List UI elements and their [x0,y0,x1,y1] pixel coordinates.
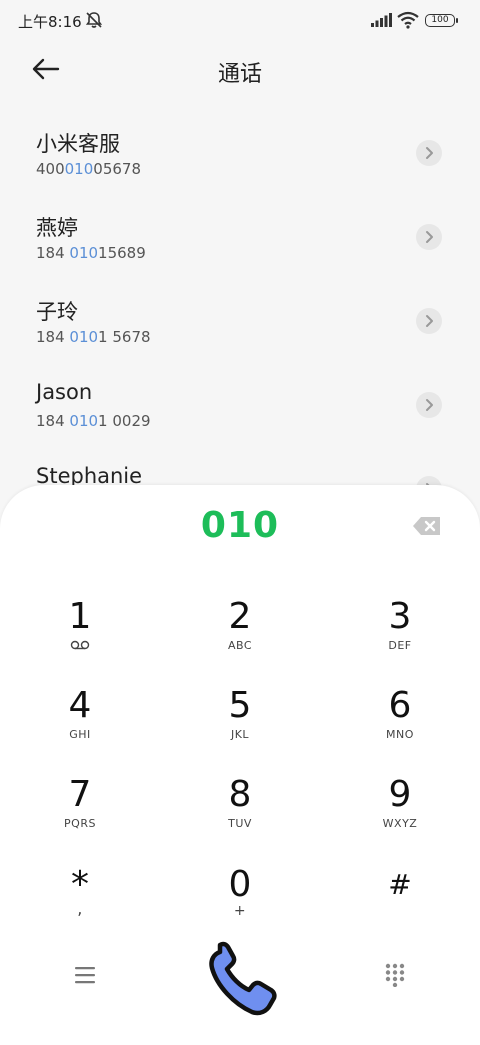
dialpad-toggle-icon[interactable] [384,963,406,987]
contact-row[interactable]: 燕婷 184 01015689 [0,202,480,286]
dial-key-hash[interactable]: # [340,865,460,945]
dial-key-5[interactable]: 5 JKL [180,686,300,766]
header: 通话 [0,46,480,96]
backspace-icon[interactable] [412,515,442,537]
voicemail-icon [70,640,90,650]
contact-row[interactable]: 子玲 184 0101 5678 [0,286,480,370]
chevron-right-icon[interactable] [416,392,442,418]
contact-row[interactable]: 小米客服 40001005678 [0,118,480,202]
dial-key-6[interactable]: 6 MNO [340,686,460,766]
dialpad-actions [0,940,480,1020]
contact-name: Jason [36,380,93,404]
wifi-icon [397,11,419,29]
dial-key-4[interactable]: 4 GHI [20,686,140,766]
contact-name: 小米客服 [36,132,120,156]
contact-name: 子玲 [36,300,78,324]
battery-icon: 100 [425,14,458,27]
dial-key-7[interactable]: 7 PQRS [20,775,140,855]
dial-key-1[interactable]: 1 [20,597,140,677]
dial-key-2[interactable]: 2 ABC [180,597,300,677]
chevron-right-icon[interactable] [416,308,442,334]
call-button[interactable] [196,940,284,1016]
menu-icon[interactable] [74,965,96,985]
dial-key-9[interactable]: 9 WXYZ [340,775,460,855]
dial-key-8[interactable]: 8 TUV [180,775,300,855]
chevron-right-icon[interactable] [416,224,442,250]
page-title: 通话 [217,62,262,87]
status-time: 上午8:16 [18,13,82,31]
dial-key-0[interactable]: 0 + [180,865,300,945]
bell-mute-icon [85,12,103,28]
dialpad-panel: 010 1 2 ABC 3 DEF 4 GHI 5 JKL 6 MNO 7 PQ… [0,485,480,1045]
contact-number: 40001005678 [36,160,141,178]
contact-number: 184 0101 5678 [36,328,151,346]
dial-key-star[interactable]: * , [20,865,140,945]
status-bar: 上午8:16 100 [0,0,480,40]
contact-name: 燕婷 [36,216,78,240]
signal-icon [371,13,392,27]
contact-number: 184 0101 0029 [36,412,151,430]
contact-number: 184 01015689 [36,244,146,262]
dialed-number: 010 [200,505,280,546]
chevron-right-icon[interactable] [416,140,442,166]
contact-row[interactable]: Jason 184 0101 0029 [0,370,480,454]
dial-key-3[interactable]: 3 DEF [340,597,460,677]
